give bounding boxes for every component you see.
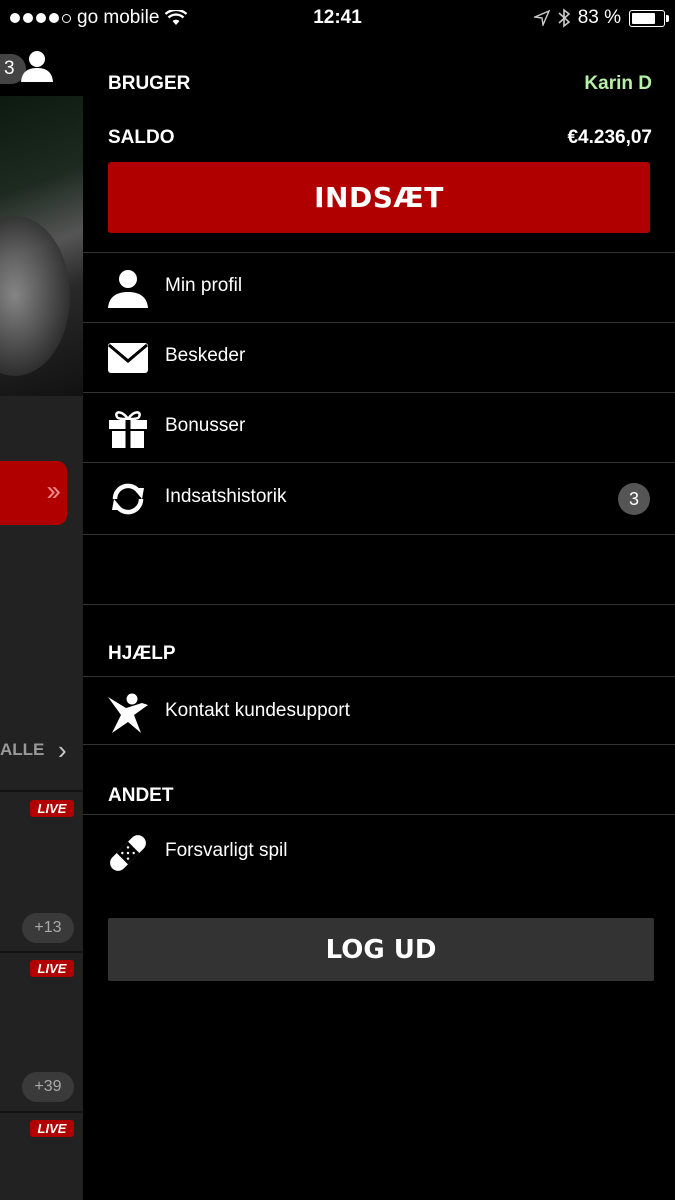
balance-label: SALDO: [108, 127, 175, 148]
status-right: 83 %: [533, 7, 669, 29]
more-markets-count[interactable]: +39: [22, 1072, 74, 1102]
divider: [0, 1111, 83, 1113]
menu-item-messages[interactable]: Beskeder: [83, 323, 675, 393]
divider: [0, 790, 83, 792]
menu-item-customer-support[interactable]: Kontakt kundesupport: [83, 678, 675, 748]
expand-tab[interactable]: ››: [0, 461, 67, 525]
menu-item-bet-history[interactable]: Indsatshistorik 3: [83, 464, 675, 534]
divider: [83, 462, 675, 463]
double-chevron-icon: ››: [46, 475, 61, 506]
user-name: Karin D: [584, 73, 652, 94]
menu-item-bonuses[interactable]: Bonusser: [83, 393, 675, 463]
menu-item-label: Bonusser: [165, 415, 246, 436]
section-label[interactable]: ALLE: [0, 740, 44, 760]
status-bar: go mobile 12:41 83 %: [0, 0, 675, 36]
video-thumbnail[interactable]: [0, 96, 83, 396]
account-menu: BRUGER Karin D SALDO €4.236,07 INDSÆT Mi…: [83, 36, 675, 1200]
divider: [83, 814, 675, 815]
divider: [0, 951, 83, 953]
menu-item-label: Indsatshistorik: [165, 486, 287, 507]
menu-item-profile[interactable]: Min profil: [83, 253, 675, 323]
user-label: BRUGER: [108, 73, 191, 94]
live-badge: LIVE: [30, 1120, 74, 1137]
background-screen: 3 ›› ALLE › LIVE +13 LIVE +39 LIVE: [0, 36, 83, 1200]
bluetooth-icon: [558, 8, 570, 28]
deposit-button[interactable]: INDSÆT: [108, 162, 650, 233]
profile-icon[interactable]: [20, 50, 54, 82]
gift-icon: [109, 411, 147, 448]
refresh-icon: [112, 483, 144, 515]
location-arrow-icon: [533, 10, 550, 26]
menu-item-responsible-gaming[interactable]: Forsvarligt spil: [83, 818, 675, 888]
battery-percent: 83 %: [577, 7, 621, 28]
battery-fill: [632, 12, 655, 24]
menu-item-label: Min profil: [165, 275, 243, 296]
battery-icon: [629, 9, 669, 27]
divider: [83, 534, 675, 535]
live-badge: LIVE: [30, 960, 74, 977]
support-person-icon: [108, 693, 148, 733]
menu-item-label: Kontakt kundesupport: [165, 700, 350, 721]
more-markets-count[interactable]: +13: [22, 913, 74, 943]
count-badge: 3: [618, 483, 650, 515]
menu-item-label: Forsvarligt spil: [165, 840, 288, 861]
chevron-right-icon[interactable]: ›: [58, 735, 67, 766]
divider: [83, 676, 675, 677]
divider: [83, 604, 675, 605]
envelope-icon: [108, 343, 148, 373]
live-badge: LIVE: [30, 800, 74, 817]
balance-value: €4.236,07: [567, 127, 652, 148]
help-heading: HJÆLP: [108, 643, 176, 664]
divider: [83, 744, 675, 745]
other-heading: ANDET: [108, 785, 174, 806]
menu-item-label: Beskeder: [165, 345, 246, 366]
logout-button[interactable]: LOG UD: [108, 918, 654, 981]
user-icon: [108, 270, 148, 308]
bandage-icon: [110, 835, 146, 871]
